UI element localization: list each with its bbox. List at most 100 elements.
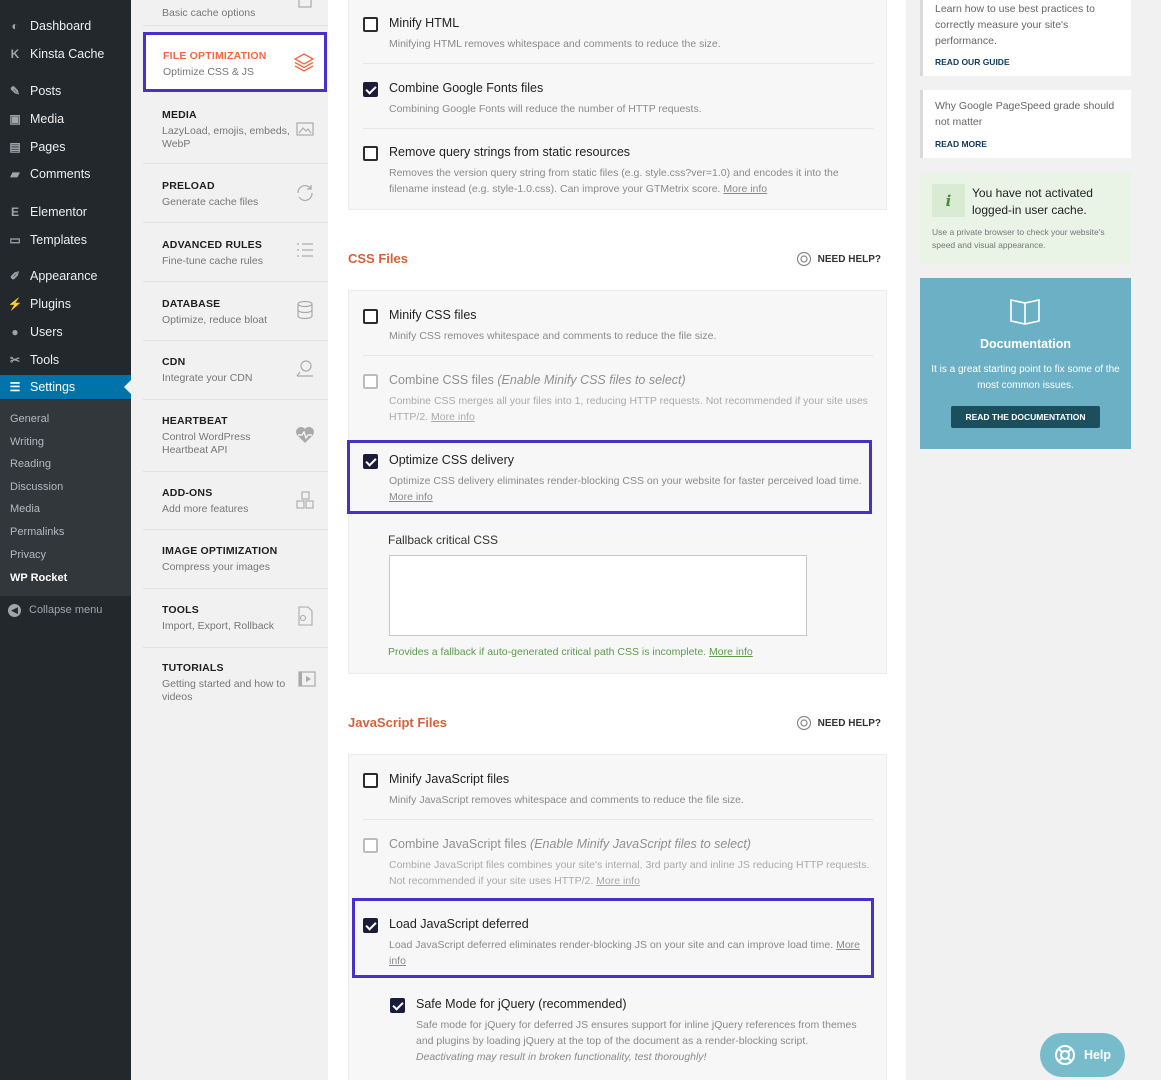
rocket-nav-item-advanced-rules[interactable]: ADVANCED RULES Fine-tune cache rules — [143, 223, 328, 282]
rocket-nav-subtitle: Integrate your CDN — [162, 372, 253, 384]
divider — [363, 63, 873, 64]
combine-google-fonts-checkbox[interactable] — [363, 82, 378, 97]
rocket-nav-item-media[interactable]: MEDIA LazyLoad, emojis, embeds, WebP — [143, 96, 328, 164]
description-text: Removes the version query string from st… — [389, 167, 839, 195]
rocket-nav-subtitle: Import, Export, Rollback — [162, 620, 275, 632]
rocket-nav-title: MEDIA — [162, 109, 197, 121]
label-note: (Enable Minify CSS files to select) — [497, 373, 686, 387]
combine-js-checkbox[interactable] — [363, 838, 378, 853]
lifebuoy-icon — [1054, 1045, 1075, 1065]
option-description: Minify CSS removes whitespace and commen… — [389, 330, 717, 342]
rocket-nav-item-add-ons[interactable]: ADD-ONS Add more features — [143, 472, 328, 530]
rocket-nav-item-cdn[interactable]: CDN Integrate your CDN — [143, 341, 328, 400]
css-need-help-link[interactable]: NEED HELP? — [796, 251, 881, 267]
menu-item-users[interactable]: ● Users — [0, 320, 131, 344]
rocket-nav-subtitle: Optimize, reduce bloat — [162, 314, 268, 326]
submenu-wp-rocket[interactable]: WP Rocket — [10, 572, 67, 584]
highlight-load-js-deferred — [352, 898, 874, 978]
more-info-link[interactable]: More info — [709, 646, 753, 658]
more-info-link[interactable]: More info — [431, 411, 475, 423]
rocket-nav-subtitle: Control WordPress Heartbeat API — [162, 431, 251, 456]
rocket-nav-item-tools[interactable]: TOOLS Import, Export, Rollback — [143, 589, 328, 648]
submenu-general[interactable]: General — [10, 413, 49, 425]
submenu-privacy[interactable]: Privacy — [10, 549, 46, 561]
rocket-nav-item-file-optimization[interactable]: FILE OPTIMIZATION Optimize CSS & JS — [143, 32, 327, 92]
highlight-optimize-css-delivery — [347, 440, 872, 514]
fallback-critical-css-hint: Provides a fallback if auto-generated cr… — [388, 646, 753, 658]
rocket-nav-item-heartbeat[interactable]: HEARTBEAT Control WordPress Heartbeat AP… — [143, 400, 328, 472]
need-help-label: NEED HELP? — [817, 253, 881, 265]
rocket-nav-title: ADVANCED RULES — [162, 239, 263, 251]
submenu-reading[interactable]: Reading — [10, 458, 51, 470]
menu-item-dashboard[interactable]: ◐ Dashboard — [0, 14, 131, 38]
description-warning: Deactivating may result in broken functi… — [416, 1051, 707, 1063]
rocket-nav-title: TOOLS — [162, 604, 199, 616]
rocket-nav-subtitle: LazyLoad, emojis, embeds, WebP — [162, 125, 290, 150]
rocket-nav-title: CDN — [162, 356, 186, 368]
settings-icon: ☰ — [9, 380, 21, 394]
menu-item-posts[interactable]: ✎ Posts — [0, 79, 131, 103]
book-icon — [1010, 299, 1040, 325]
option-label: Combine Google Fonts files — [389, 81, 544, 95]
admin-menu: ◐ Dashboard K Kinsta Cache ✎ Posts ▣ Media ▤… — [0, 0, 131, 1080]
fallback-critical-css-textarea[interactable] — [389, 555, 807, 636]
more-info-link[interactable]: More info — [596, 875, 640, 887]
option-description: Minifying HTML removes whitespace and co… — [389, 38, 721, 50]
wrench-icon: ✂ — [9, 353, 21, 367]
fallback-critical-css-label: Fallback critical CSS — [388, 533, 499, 547]
database-icon — [297, 300, 313, 320]
rocket-nav-item-database[interactable]: DATABASE Optimize, reduce bloat — [143, 282, 328, 341]
minify-css-checkbox[interactable] — [363, 309, 378, 324]
lifebuoy-icon — [796, 715, 811, 731]
collapse-menu-button[interactable]: ◀ Collapse menu — [0, 600, 131, 620]
menu-label: Templates — [30, 233, 87, 247]
menu-item-appearance[interactable]: ✐ Appearance — [0, 264, 131, 288]
more-info-link[interactable]: More info — [723, 183, 767, 195]
read-our-guide-link[interactable]: READ OUR GUIDE — [935, 57, 1010, 67]
menu-item-tools[interactable]: ✂ Tools — [0, 348, 131, 372]
file-gear-icon — [298, 606, 313, 626]
menu-item-media[interactable]: ▣ Media — [0, 107, 131, 131]
rocket-nav-item-tutorials[interactable]: TUTORIALS Getting started and how to vid… — [143, 648, 328, 718]
combine-css-checkbox[interactable] — [363, 374, 378, 389]
need-help-label: NEED HELP? — [817, 717, 881, 729]
js-need-help-link[interactable]: NEED HELP? — [796, 715, 881, 731]
safe-mode-jquery-checkbox[interactable] — [390, 998, 405, 1013]
rocket-nav-title: ADD-ONS — [162, 487, 213, 499]
documentation-description: It is a great starting point to fix some… — [931, 364, 1120, 391]
settings-submenu: General Writing Reading Discussion Media… — [0, 400, 131, 596]
cdn-icon — [296, 360, 313, 377]
rocket-nav-item-cache[interactable]: Basic cache options — [143, 0, 328, 26]
menu-item-settings[interactable]: ☰ Settings — [0, 375, 131, 399]
folder-icon: ▭ — [9, 233, 21, 247]
rocket-nav-subtitle: Basic cache options — [162, 7, 256, 19]
submenu-media[interactable]: Media — [10, 503, 40, 515]
menu-item-templates[interactable]: ▭ Templates — [0, 228, 131, 252]
read-more-link[interactable]: READ MORE — [935, 139, 987, 149]
menu-item-kinsta-cache[interactable]: K Kinsta Cache — [0, 42, 131, 66]
option-description: Combine JavaScript files combines your s… — [389, 857, 871, 889]
read-documentation-button[interactable]: READ THE DOCUMENTATION — [951, 406, 1100, 428]
minify-html-checkbox[interactable] — [363, 17, 378, 32]
menu-item-elementor[interactable]: E Elementor — [0, 200, 131, 224]
menu-label: Pages — [30, 140, 66, 154]
submenu-permalinks[interactable]: Permalinks — [10, 526, 64, 538]
menu-item-pages[interactable]: ▤ Pages — [0, 135, 131, 159]
help-button[interactable]: Help — [1040, 1033, 1125, 1077]
menu-item-plugins[interactable]: ⚡ Plugins — [0, 292, 131, 316]
menu-item-comments[interactable]: ▰ Comments — [0, 162, 131, 186]
documentation-card: Documentation It is a great starting poi… — [920, 278, 1131, 449]
rocket-nav-item-image-optimization[interactable]: IMAGE OPTIMIZATION Compress your images — [143, 530, 328, 589]
submenu-discussion[interactable]: Discussion — [10, 481, 63, 493]
collapse-icon: ◀ — [8, 603, 21, 617]
rocket-nav-subtitle: Optimize CSS & JS — [163, 66, 255, 78]
javascript-files-heading: JavaScript Files — [348, 715, 447, 730]
submenu-writing[interactable]: Writing — [10, 436, 44, 448]
rocket-nav-item-preload[interactable]: PRELOAD Generate cache files — [143, 164, 328, 223]
pin-icon: ✎ — [9, 84, 21, 98]
kinsta-icon: K — [10, 47, 20, 61]
rocket-nav-title: IMAGE OPTIMIZATION — [162, 545, 278, 557]
minify-js-checkbox[interactable] — [363, 773, 378, 788]
label-note: (Enable Minify JavaScript files to selec… — [530, 837, 751, 851]
remove-query-strings-checkbox[interactable] — [363, 146, 378, 161]
